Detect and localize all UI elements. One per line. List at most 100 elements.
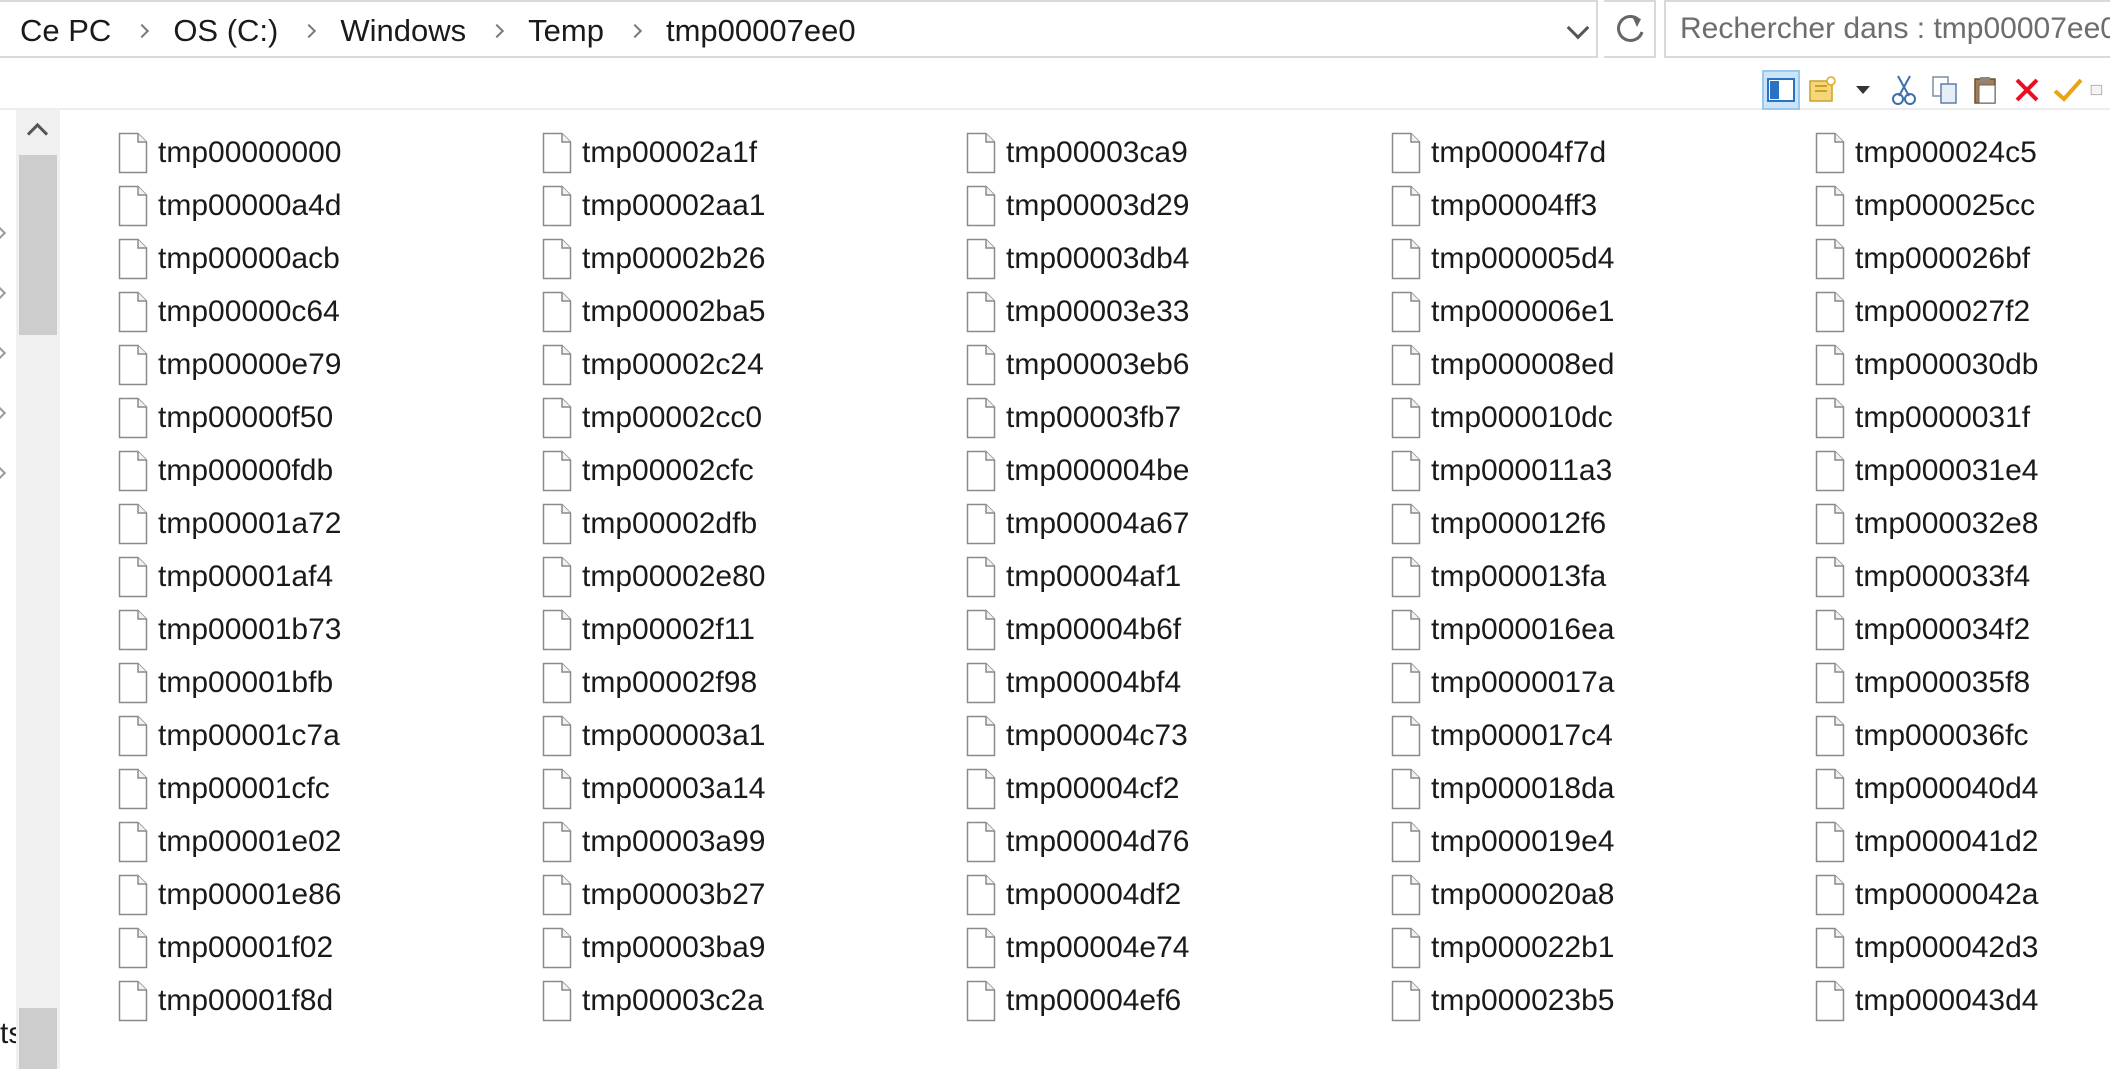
copy-button[interactable] bbox=[1926, 70, 1964, 110]
more-options-button[interactable] bbox=[1844, 70, 1882, 110]
file-item[interactable]: tmp00001b73 bbox=[118, 603, 542, 656]
chevron-right-icon[interactable] bbox=[468, 2, 526, 60]
file-item[interactable]: tmp000020a8 bbox=[1391, 868, 1815, 921]
file-item[interactable]: tmp00002cfc bbox=[542, 444, 966, 497]
file-item[interactable]: tmp000041d2 bbox=[1815, 815, 2110, 868]
file-item[interactable]: tmp00003eb6 bbox=[966, 338, 1390, 391]
file-item[interactable]: tmp000004be bbox=[966, 444, 1390, 497]
file-item[interactable]: tmp000003a1 bbox=[542, 709, 966, 762]
file-item[interactable]: tmp000040d4 bbox=[1815, 762, 2110, 815]
file-item[interactable]: tmp0000031f bbox=[1815, 391, 2110, 444]
file-item[interactable]: tmp000022b1 bbox=[1391, 921, 1815, 974]
file-item[interactable]: tmp000036fc bbox=[1815, 709, 2110, 762]
chevron-right-icon[interactable] bbox=[113, 2, 171, 60]
file-item[interactable]: tmp000012f6 bbox=[1391, 497, 1815, 550]
chevron-right-icon[interactable] bbox=[280, 2, 338, 60]
file-item[interactable]: tmp00004d76 bbox=[966, 815, 1390, 868]
file-item[interactable]: tmp00001bfb bbox=[118, 656, 542, 709]
file-item[interactable]: tmp000030db bbox=[1815, 338, 2110, 391]
file-item[interactable]: tmp000033f4 bbox=[1815, 550, 2110, 603]
file-item[interactable]: tmp000006e1 bbox=[1391, 285, 1815, 338]
expand-arrow-icon[interactable] bbox=[0, 346, 8, 360]
file-item[interactable]: tmp00000e79 bbox=[118, 338, 542, 391]
file-item[interactable]: tmp00002cc0 bbox=[542, 391, 966, 444]
address-bar[interactable]: Ce PC OS (C:) Windows Temp tmp00007ee0 bbox=[0, 0, 1598, 58]
file-item[interactable]: tmp00003b27 bbox=[542, 868, 966, 921]
file-item[interactable]: tmp00002a1f bbox=[542, 126, 966, 179]
file-item[interactable]: tmp000026bf bbox=[1815, 232, 2110, 285]
file-item[interactable]: tmp00003db4 bbox=[966, 232, 1390, 285]
file-item[interactable]: tmp000032e8 bbox=[1815, 497, 2110, 550]
file-item[interactable]: tmp00001af4 bbox=[118, 550, 542, 603]
file-item[interactable]: tmp00004cf2 bbox=[966, 762, 1390, 815]
file-item[interactable]: tmp0000017a bbox=[1391, 656, 1815, 709]
file-item[interactable]: tmp00001a72 bbox=[118, 497, 542, 550]
file-item[interactable]: tmp00004ff3 bbox=[1391, 179, 1815, 232]
paste-button[interactable] bbox=[1967, 70, 2005, 110]
history-dropdown-icon[interactable] bbox=[1560, 12, 1596, 50]
file-item[interactable]: tmp00000000 bbox=[118, 126, 542, 179]
file-item[interactable]: tmp00001e02 bbox=[118, 815, 542, 868]
file-item[interactable]: tmp00004ef6 bbox=[966, 974, 1390, 1027]
file-item[interactable]: tmp000018da bbox=[1391, 762, 1815, 815]
chevron-right-icon[interactable] bbox=[606, 2, 664, 60]
scrollbar-thumb[interactable] bbox=[19, 155, 57, 335]
file-item[interactable]: tmp00004a67 bbox=[966, 497, 1390, 550]
confirm-button[interactable] bbox=[2049, 70, 2087, 110]
file-item[interactable]: tmp00004f7d bbox=[1391, 126, 1815, 179]
file-item[interactable]: tmp00002c24 bbox=[542, 338, 966, 391]
file-item[interactable]: tmp000017c4 bbox=[1391, 709, 1815, 762]
file-item[interactable]: tmp00003fb7 bbox=[966, 391, 1390, 444]
expand-arrow-icon[interactable] bbox=[0, 226, 8, 240]
file-item[interactable]: tmp00003ca9 bbox=[966, 126, 1390, 179]
scroll-up-icon[interactable] bbox=[16, 110, 60, 154]
file-item[interactable]: tmp000005d4 bbox=[1391, 232, 1815, 285]
file-item[interactable]: tmp00002e80 bbox=[542, 550, 966, 603]
file-item[interactable]: tmp00000c64 bbox=[118, 285, 542, 338]
file-item[interactable]: tmp00002b26 bbox=[542, 232, 966, 285]
file-item[interactable]: tmp000023b5 bbox=[1391, 974, 1815, 1027]
file-item[interactable]: tmp000034f2 bbox=[1815, 603, 2110, 656]
file-item[interactable]: tmp00001f8d bbox=[118, 974, 542, 1027]
file-item[interactable]: tmp000011a3 bbox=[1391, 444, 1815, 497]
file-item[interactable]: tmp00004c73 bbox=[966, 709, 1390, 762]
file-item[interactable]: tmp00002dfb bbox=[542, 497, 966, 550]
file-item[interactable]: tmp00004e74 bbox=[966, 921, 1390, 974]
file-item[interactable]: tmp00000f50 bbox=[118, 391, 542, 444]
file-item[interactable]: tmp00000acb bbox=[118, 232, 542, 285]
expand-arrow-icon[interactable] bbox=[0, 286, 8, 300]
file-item[interactable]: tmp00002f11 bbox=[542, 603, 966, 656]
file-item[interactable]: tmp00000a4d bbox=[118, 179, 542, 232]
file-item[interactable]: tmp000042d3 bbox=[1815, 921, 2110, 974]
delete-button[interactable] bbox=[2008, 70, 2046, 110]
file-item[interactable]: tmp00003a99 bbox=[542, 815, 966, 868]
expand-arrow-icon[interactable] bbox=[0, 466, 8, 480]
file-item[interactable]: tmp000043d4 bbox=[1815, 974, 2110, 1027]
file-item[interactable]: tmp000010dc bbox=[1391, 391, 1815, 444]
new-folder-button[interactable] bbox=[1803, 70, 1841, 110]
file-item[interactable]: tmp00004df2 bbox=[966, 868, 1390, 921]
breadcrumb-temp[interactable]: Temp bbox=[526, 13, 606, 49]
file-item[interactable]: tmp000025cc bbox=[1815, 179, 2110, 232]
file-item[interactable]: tmp00003e33 bbox=[966, 285, 1390, 338]
file-item[interactable]: tmp00000fdb bbox=[118, 444, 542, 497]
file-item[interactable]: tmp000013fa bbox=[1391, 550, 1815, 603]
breadcrumb-this-pc[interactable]: Ce PC bbox=[18, 13, 113, 49]
file-item[interactable]: tmp000016ea bbox=[1391, 603, 1815, 656]
file-item[interactable]: tmp00001f02 bbox=[118, 921, 542, 974]
refresh-button[interactable] bbox=[1604, 0, 1656, 58]
file-item[interactable]: tmp000008ed bbox=[1391, 338, 1815, 391]
scrollbar-thumb-lower[interactable] bbox=[19, 1008, 57, 1069]
file-item[interactable]: tmp00003d29 bbox=[966, 179, 1390, 232]
expand-arrow-icon[interactable] bbox=[0, 406, 8, 420]
file-item[interactable]: tmp00001cfc bbox=[118, 762, 542, 815]
breadcrumb-windows[interactable]: Windows bbox=[338, 13, 468, 49]
search-input[interactable] bbox=[1666, 2, 2110, 56]
file-item[interactable]: tmp00004bf4 bbox=[966, 656, 1390, 709]
file-item[interactable]: tmp0000042a bbox=[1815, 868, 2110, 921]
file-item[interactable]: tmp000035f8 bbox=[1815, 656, 2110, 709]
file-item[interactable]: tmp000024c5 bbox=[1815, 126, 2110, 179]
file-item[interactable]: tmp00003c2a bbox=[542, 974, 966, 1027]
file-item[interactable]: tmp000027f2 bbox=[1815, 285, 2110, 338]
breadcrumb-current-folder[interactable]: tmp00007ee0 bbox=[664, 13, 858, 49]
